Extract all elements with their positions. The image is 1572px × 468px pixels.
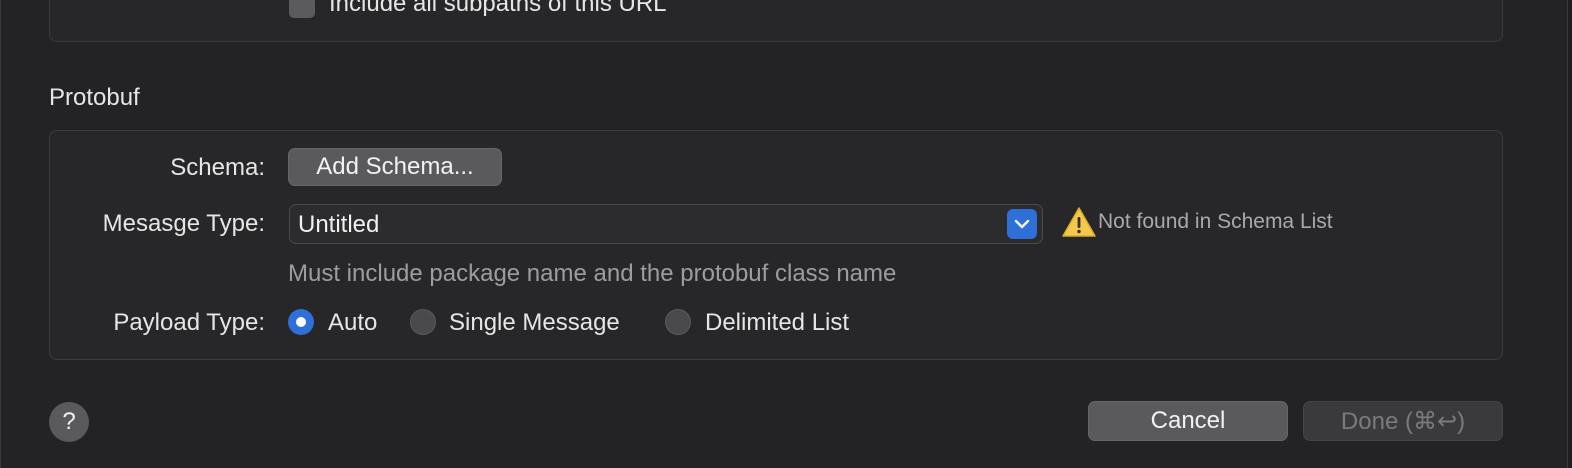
schema-label: Schema:: [170, 154, 265, 181]
radio-delimited-list[interactable]: [665, 309, 691, 335]
url-options-group: [49, 0, 1503, 42]
cancel-button[interactable]: Cancel: [1088, 401, 1288, 441]
chevron-down-icon[interactable]: [1007, 209, 1037, 239]
include-subpaths-label: Include all subpaths of this URL: [329, 0, 667, 17]
warning-text: Not found in Schema List: [1098, 210, 1333, 233]
message-type-value: Untitled: [298, 211, 380, 238]
warning-icon: [1062, 207, 1096, 237]
radio-auto[interactable]: [288, 309, 314, 335]
radio-delimited-list-label[interactable]: Delimited List: [705, 309, 849, 337]
section-title-protobuf: Protobuf: [49, 84, 140, 111]
include-subpaths-checkbox[interactable]: [289, 0, 315, 18]
add-schema-button[interactable]: Add Schema...: [288, 148, 502, 186]
radio-auto-label[interactable]: Auto: [328, 309, 377, 337]
radio-single-message[interactable]: [410, 309, 436, 335]
radio-single-message-label[interactable]: Single Message: [449, 309, 620, 337]
payload-type-label: Payload Type:: [113, 309, 265, 336]
message-type-label: Mesasge Type:: [102, 210, 265, 237]
help-button[interactable]: ?: [49, 402, 89, 442]
done-button[interactable]: Done (⌘↩): [1303, 401, 1503, 441]
message-type-select[interactable]: Untitled: [289, 204, 1043, 244]
message-type-hint: Must include package name and the protob…: [288, 260, 897, 287]
dialog-window: Include all subpaths of this URL Protobu…: [0, 0, 1568, 468]
